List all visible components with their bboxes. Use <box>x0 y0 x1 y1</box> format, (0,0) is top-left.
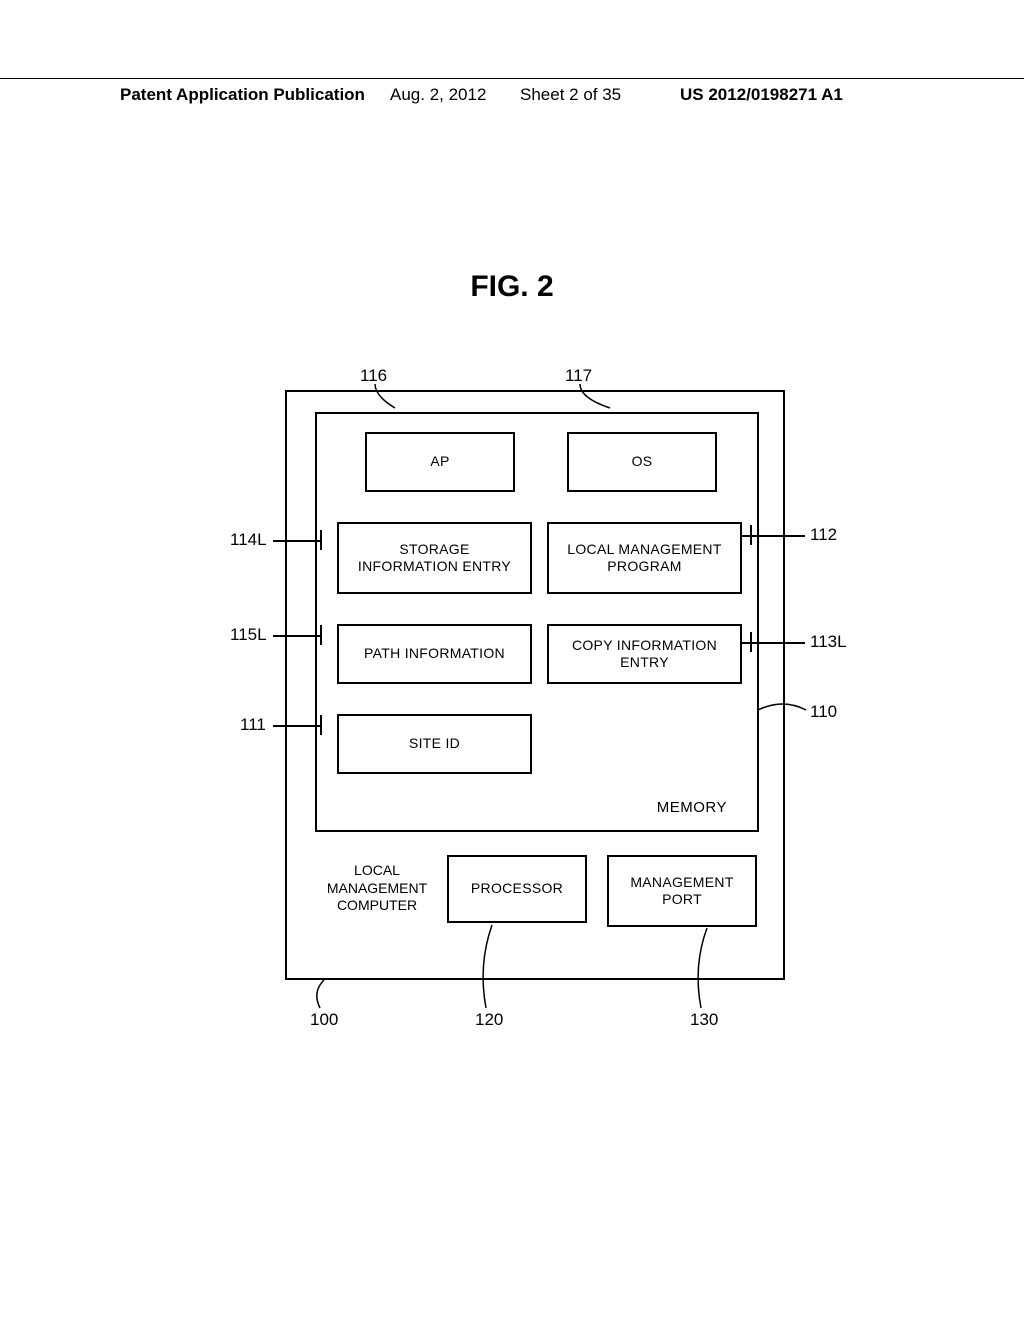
ref-130: 130 <box>690 1010 718 1030</box>
ref-120: 120 <box>475 1010 503 1030</box>
ref-100: 100 <box>310 1010 338 1030</box>
memory-label: MEMORY <box>657 799 727 816</box>
processor-block: PROCESSOR <box>447 855 587 923</box>
header-sheet: Sheet 2 of 35 <box>520 85 621 105</box>
ref-113L: 113L <box>810 632 847 652</box>
lead-114L-tick <box>320 530 322 550</box>
os-block: OS <box>567 432 717 492</box>
header-publication: Patent Application Publication <box>120 85 365 105</box>
ap-block: AP <box>365 432 515 492</box>
memory-box: AP OS STORAGEINFORMATION ENTRY LOCAL MAN… <box>315 412 759 832</box>
management-port-block: MANAGEMENTPORT <box>607 855 757 927</box>
ref-110: 110 <box>810 702 837 722</box>
page-header: Patent Application Publication Aug. 2, 2… <box>0 78 1024 85</box>
ref-111: 111 <box>240 715 266 735</box>
figure-title: FIG. 2 <box>0 270 1024 304</box>
ref-115L: 115L <box>230 625 267 645</box>
lead-111 <box>273 725 320 727</box>
lead-114L <box>273 540 320 542</box>
lead-111-tick <box>320 715 322 735</box>
site-id-block: SITE ID <box>337 714 532 774</box>
lead-115L <box>273 635 320 637</box>
ref-116: 116 <box>360 366 387 386</box>
lead-100-curve <box>312 980 332 1010</box>
storage-info-block: STORAGEINFORMATION ENTRY <box>337 522 532 594</box>
ref-112: 112 <box>810 525 837 545</box>
local-mgmt-program-block: LOCAL MANAGEMENTPROGRAM <box>547 522 742 594</box>
ref-117: 117 <box>565 366 592 386</box>
header-pubno: US 2012/0198271 A1 <box>680 85 843 105</box>
local-mgmt-computer-label: LOCALMANAGEMENTCOMPUTER <box>317 862 437 915</box>
header-date: Aug. 2, 2012 <box>390 85 486 105</box>
ref-114L: 114L <box>230 530 267 550</box>
lead-112-tick <box>750 525 752 545</box>
lead-115L-tick <box>320 625 322 645</box>
path-info-block: PATH INFORMATION <box>337 624 532 684</box>
local-management-computer-box: AP OS STORAGEINFORMATION ENTRY LOCAL MAN… <box>285 390 785 980</box>
copy-info-block: COPY INFORMATIONENTRY <box>547 624 742 684</box>
lead-113L-tick <box>750 632 752 652</box>
